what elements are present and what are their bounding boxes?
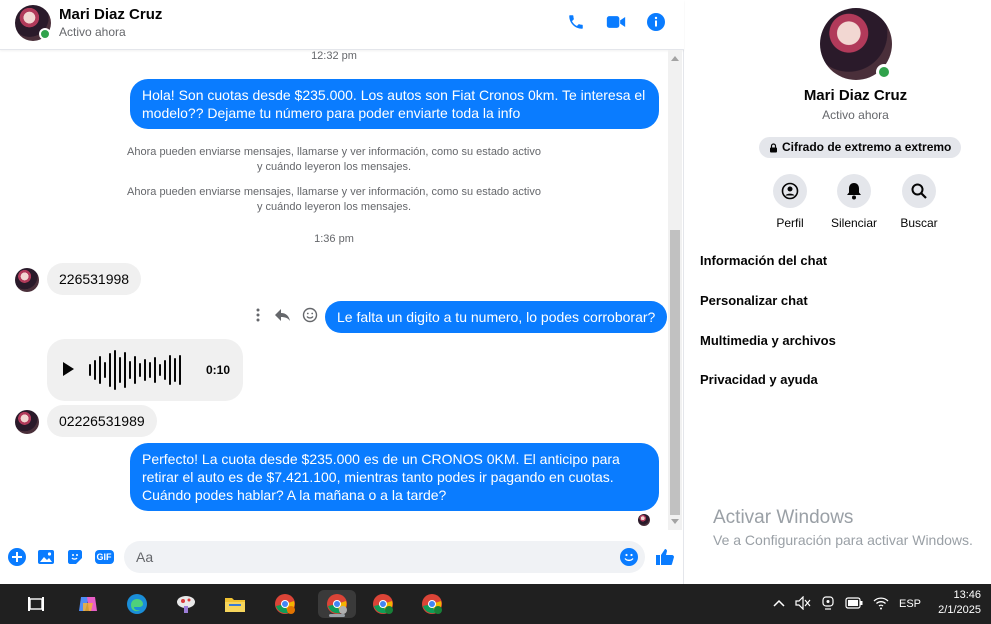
contact-status: Activo ahora	[59, 25, 126, 39]
profile-icon[interactable]	[773, 174, 807, 208]
message-list[interactable]: 12:32 pm Hola! Son cuotas desde $235.000…	[0, 50, 668, 530]
scroll-thumb[interactable]	[670, 230, 680, 515]
timestamp: 1:36 pm	[314, 233, 354, 245]
webcam-icon[interactable]	[821, 595, 835, 613]
file-explorer-icon[interactable]	[221, 590, 249, 618]
menu-privacy-help[interactable]: Privacidad y ayuda	[700, 372, 818, 387]
sender-avatar[interactable]	[15, 268, 39, 292]
language-indicator[interactable]: ESP	[899, 598, 921, 610]
edge-icon[interactable]	[123, 590, 151, 618]
audio-message[interactable]: 0:10	[47, 339, 243, 401]
mute-action[interactable]: Silenciar	[819, 174, 889, 230]
gif-icon[interactable]: GIF	[93, 547, 115, 567]
chrome-profile-2-icon[interactable]	[318, 590, 356, 618]
message-outgoing[interactable]: Le falta un digito a tu numero, lo podes…	[325, 301, 668, 333]
active-indicator	[329, 614, 345, 617]
reply-icon[interactable]	[274, 307, 292, 328]
e2e-badge[interactable]: Cifrado de extremo a extremo	[759, 137, 962, 158]
messenger-window: Mari Diaz Cruz Activo ahora 12:32 pm Hol…	[0, 0, 991, 584]
contact-name[interactable]: Mari Diaz Cruz	[59, 6, 162, 23]
message-incoming[interactable]: 226531998	[47, 263, 142, 295]
menu-customize-chat[interactable]: Personalizar chat	[700, 293, 808, 308]
info-icon[interactable]	[645, 11, 667, 33]
clock[interactable]: 13:46 2/1/2025	[938, 588, 981, 618]
profile-status: Activo ahora	[822, 108, 889, 122]
chevron-up-icon[interactable]	[773, 598, 785, 610]
activation-watermark-subtitle: Ve a Configuración para activar Windows.	[713, 532, 973, 548]
message-actions	[252, 307, 318, 328]
more-options-icon[interactable]	[252, 307, 264, 328]
wifi-icon[interactable]	[873, 596, 889, 613]
online-indicator	[39, 28, 51, 40]
lock-icon	[770, 142, 777, 152]
chat-pane: Mari Diaz Cruz Activo ahora 12:32 pm Hol…	[0, 0, 684, 584]
system-notice: Ahora pueden enviarse mensajes, llamarse…	[127, 146, 541, 173]
search-icon[interactable]	[902, 174, 936, 208]
emoji-icon[interactable]	[620, 548, 638, 566]
chat-header: Mari Diaz Cruz Activo ahora	[0, 0, 684, 50]
play-icon[interactable]	[63, 362, 74, 376]
timestamp: 12:32 pm	[311, 50, 357, 62]
message-incoming[interactable]: 02226531989	[47, 405, 157, 437]
clock-date: 2/1/2025	[938, 604, 981, 616]
task-view-icon[interactable]	[22, 590, 50, 618]
clock-time: 13:46	[953, 589, 981, 601]
battery-icon[interactable]	[845, 596, 863, 612]
online-indicator	[876, 64, 892, 80]
video-call-icon[interactable]	[605, 11, 627, 33]
chrome-profile-4-icon[interactable]	[418, 590, 446, 618]
scroll-down-arrow[interactable]	[671, 519, 679, 524]
scrollbar[interactable]	[668, 50, 682, 530]
chrome-profile-1-icon[interactable]	[271, 590, 299, 618]
like-thumb-icon[interactable]	[655, 547, 675, 567]
react-emoji-icon[interactable]	[302, 307, 318, 328]
seen-avatar	[638, 514, 650, 526]
profile-name: Mari Diaz Cruz	[803, 87, 908, 104]
copilot-icon[interactable]	[74, 590, 102, 618]
menu-media-files[interactable]: Multimedia y archivos	[700, 333, 836, 348]
volume-muted-icon[interactable]	[795, 595, 811, 613]
bell-icon[interactable]	[837, 174, 871, 208]
message-input[interactable]	[124, 541, 645, 573]
photo-icon[interactable]	[36, 547, 56, 567]
message-outgoing[interactable]: Hola! Son cuotas desde $235.000. Los aut…	[130, 79, 659, 129]
menu-chat-info[interactable]: Información del chat	[700, 253, 827, 268]
activation-watermark-title: Activar Windows	[713, 507, 854, 528]
search-action[interactable]: Buscar	[884, 174, 954, 230]
audio-duration: 0:10	[206, 363, 231, 377]
scroll-up-arrow[interactable]	[671, 56, 679, 61]
plus-icon[interactable]	[7, 547, 27, 567]
system-notice: Ahora pueden enviarse mensajes, llamarse…	[127, 186, 541, 213]
message-outgoing[interactable]: Perfecto! La cuota desde $235.000 es de …	[130, 443, 659, 511]
composer: GIF	[0, 535, 684, 579]
phone-icon[interactable]	[565, 11, 587, 33]
sender-avatar[interactable]	[15, 410, 39, 434]
system-tray: ESP	[773, 584, 921, 624]
audio-waveform[interactable]	[89, 349, 181, 391]
chrome-profile-3-icon[interactable]	[369, 590, 397, 618]
sticker-icon[interactable]	[65, 547, 85, 567]
conversation-info-pane: Mari Diaz Cruz Activo ahora Cifrado de e…	[685, 0, 991, 584]
profile-action[interactable]: Perfil	[755, 174, 825, 230]
taskbar: ESP 13:46 2/1/2025	[0, 584, 991, 624]
app-mushroom-icon[interactable]	[172, 590, 200, 618]
